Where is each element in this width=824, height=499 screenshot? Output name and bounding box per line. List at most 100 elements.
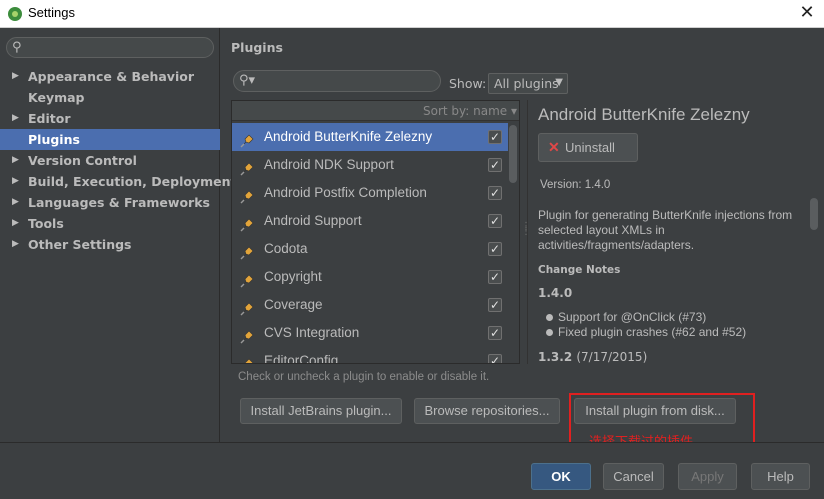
expand-arrow-icon[interactable]: ▶ xyxy=(12,192,19,213)
release-version: 1.4.0 xyxy=(538,286,573,300)
install-jetbrains-plugin-button[interactable]: Install JetBrains plugin... xyxy=(240,398,402,424)
sidebar-item-version-control[interactable]: ▶ Version Control xyxy=(0,150,220,171)
list-scrollbar[interactable] xyxy=(509,125,517,183)
plugin-enabled-checkbox[interactable]: ✓ xyxy=(488,214,502,228)
expand-arrow-icon[interactable]: ▶ xyxy=(12,150,19,171)
sidebar-item-other-settings[interactable]: ▶ Other Settings xyxy=(0,234,220,255)
plugin-list-item[interactable]: Android Postfix Completion ✓ xyxy=(232,179,508,207)
change-notes-heading: Change Notes xyxy=(538,264,621,276)
plugin-list-item[interactable]: Codota ✓ xyxy=(232,235,508,263)
sidebar-item-plugins[interactable]: Plugins xyxy=(0,129,220,150)
plugin-list-item[interactable]: Coverage ✓ xyxy=(232,291,508,319)
show-label: Show: xyxy=(449,76,487,91)
plugin-description: Plugin for generating ButterKnife inject… xyxy=(538,208,793,252)
plugin-search-input[interactable]: ⚲▾ xyxy=(233,70,441,92)
plugin-list-item[interactable]: Android NDK Support ✓ xyxy=(232,151,508,179)
plugin-list-item[interactable]: CVS Integration ✓ xyxy=(232,319,508,347)
sidebar-item-label: Plugins xyxy=(28,132,80,147)
plugin-name: Coverage xyxy=(264,297,323,312)
plugin-name: EditorConfig xyxy=(264,353,339,364)
plugin-icon xyxy=(240,214,254,232)
details-scrollbar[interactable] xyxy=(810,198,818,230)
sidebar-item-build[interactable]: ▶ Build, Execution, Deployment xyxy=(0,171,236,192)
android-studio-icon xyxy=(8,7,22,21)
plugins-page: Plugins ⚲▾ Show: All plugins ▼ Sort by: … xyxy=(221,28,824,450)
plugin-list-item[interactable]: Copyright ✓ xyxy=(232,263,508,291)
sidebar-item-appearance[interactable]: ▶ Appearance & Behavior xyxy=(0,66,220,87)
ok-button[interactable]: OK xyxy=(531,463,591,490)
title-bar: Settings ✕ xyxy=(0,0,824,28)
plugin-name: Codota xyxy=(264,241,308,256)
plugin-icon xyxy=(240,354,254,363)
plugin-name: Android Postfix Completion xyxy=(264,185,427,200)
sidebar-item-editor[interactable]: ▶ Editor xyxy=(0,108,220,129)
sidebar-item-label: Keymap xyxy=(28,90,85,105)
browse-repositories-button[interactable]: Browse repositories... xyxy=(414,398,560,424)
apply-button[interactable]: Apply xyxy=(678,463,737,490)
sidebar-item-label: Version Control xyxy=(28,153,137,168)
page-title: Plugins xyxy=(231,40,283,55)
help-button[interactable]: Help xyxy=(751,463,810,490)
sort-by-dropdown[interactable]: Sort by: name ▾ xyxy=(232,101,519,121)
plugin-list-item[interactable]: Android Support ✓ xyxy=(232,207,508,235)
plugin-icon xyxy=(240,326,254,344)
settings-sidebar: ⚲ ▶ Appearance & Behavior Keymap ▶ Edito… xyxy=(0,28,236,442)
plugin-icon xyxy=(240,186,254,204)
bullet-icon xyxy=(546,314,553,321)
plugin-icon xyxy=(240,158,254,176)
expand-arrow-icon[interactable]: ▶ xyxy=(12,108,19,129)
plugin-name: Android Support xyxy=(264,213,362,228)
plugin-list-item[interactable]: EditorConfig ✓ xyxy=(232,347,508,364)
plugin-enabled-checkbox[interactable]: ✓ xyxy=(488,270,502,284)
plugin-icon xyxy=(240,298,254,316)
release-version: 1.3.2 (7/17/2015) xyxy=(538,350,647,364)
plugin-details: Android ButterKnife Zelezny ✕ Uninstall … xyxy=(527,100,822,364)
sidebar-item-label: Build, Execution, Deployment xyxy=(28,174,237,189)
plugin-enabled-checkbox[interactable]: ✓ xyxy=(488,130,502,144)
uninstall-label: Uninstall xyxy=(565,140,615,155)
sidebar-item-keymap[interactable]: Keymap xyxy=(0,87,220,108)
plugin-enabled-checkbox[interactable]: ✓ xyxy=(488,242,502,256)
plugin-icon xyxy=(240,242,254,260)
plugin-enabled-checkbox[interactable]: ✓ xyxy=(488,186,502,200)
sort-label: Sort by: name xyxy=(423,104,508,118)
plugin-list-item[interactable]: Android ButterKnife Zelezny ✓ xyxy=(232,123,508,151)
plugin-enabled-checkbox[interactable]: ✓ xyxy=(488,326,502,340)
plugin-detail-title: Android ButterKnife Zelezny xyxy=(538,105,750,124)
delete-icon: ✕ xyxy=(548,139,560,155)
plugin-list: Sort by: name ▾ Android ButterKnife Zele… xyxy=(231,100,520,364)
settings-search-input[interactable]: ⚲ xyxy=(6,37,214,58)
close-icon[interactable]: ✕ xyxy=(798,3,816,23)
sidebar-item-tools[interactable]: ▶ Tools xyxy=(0,213,220,234)
plugin-icon xyxy=(240,270,254,288)
chevron-down-icon: ▼ xyxy=(555,77,563,88)
change-note-text: Support for @OnClick (#73) xyxy=(558,310,707,324)
change-note-item: Fixed plugin crashes (#62 and #52) xyxy=(546,325,746,339)
change-note-text: Fixed plugin crashes (#62 and #52) xyxy=(558,325,747,339)
expand-arrow-icon[interactable]: ▶ xyxy=(12,66,19,87)
plugin-enabled-checkbox[interactable]: ✓ xyxy=(488,298,502,312)
show-filter-dropdown[interactable]: All plugins ▼ xyxy=(488,73,568,94)
bullet-icon xyxy=(546,329,553,336)
show-filter-value: All plugins xyxy=(494,76,559,91)
expand-arrow-icon[interactable]: ▶ xyxy=(12,171,19,192)
window-title: Settings xyxy=(28,5,75,20)
sidebar-item-label: Tools xyxy=(28,216,64,231)
plugin-name: CVS Integration xyxy=(264,325,360,340)
expand-arrow-icon[interactable]: ▶ xyxy=(12,213,19,234)
cancel-button[interactable]: Cancel xyxy=(603,463,664,490)
dialog-footer: OK Cancel Apply Help xyxy=(0,442,824,499)
search-icon: ⚲▾ xyxy=(239,73,256,88)
plugin-enabled-checkbox[interactable]: ✓ xyxy=(488,354,502,363)
release-version-number: 1.3.2 xyxy=(538,350,573,364)
plugin-list-items: Android ButterKnife Zelezny ✓ Android NDK … xyxy=(232,123,508,364)
uninstall-button[interactable]: ✕ Uninstall xyxy=(538,133,638,162)
expand-arrow-icon[interactable]: ▶ xyxy=(12,234,19,255)
plugin-name: Copyright xyxy=(264,269,322,284)
sidebar-item-label: Other Settings xyxy=(28,237,132,252)
plugin-enabled-checkbox[interactable]: ✓ xyxy=(488,158,502,172)
sidebar-item-label: Appearance & Behavior xyxy=(28,69,194,84)
change-note-item: Support for @OnClick (#73) xyxy=(546,310,706,324)
sidebar-item-label: Languages & Frameworks xyxy=(28,195,210,210)
sidebar-item-languages[interactable]: ▶ Languages & Frameworks xyxy=(0,192,220,213)
